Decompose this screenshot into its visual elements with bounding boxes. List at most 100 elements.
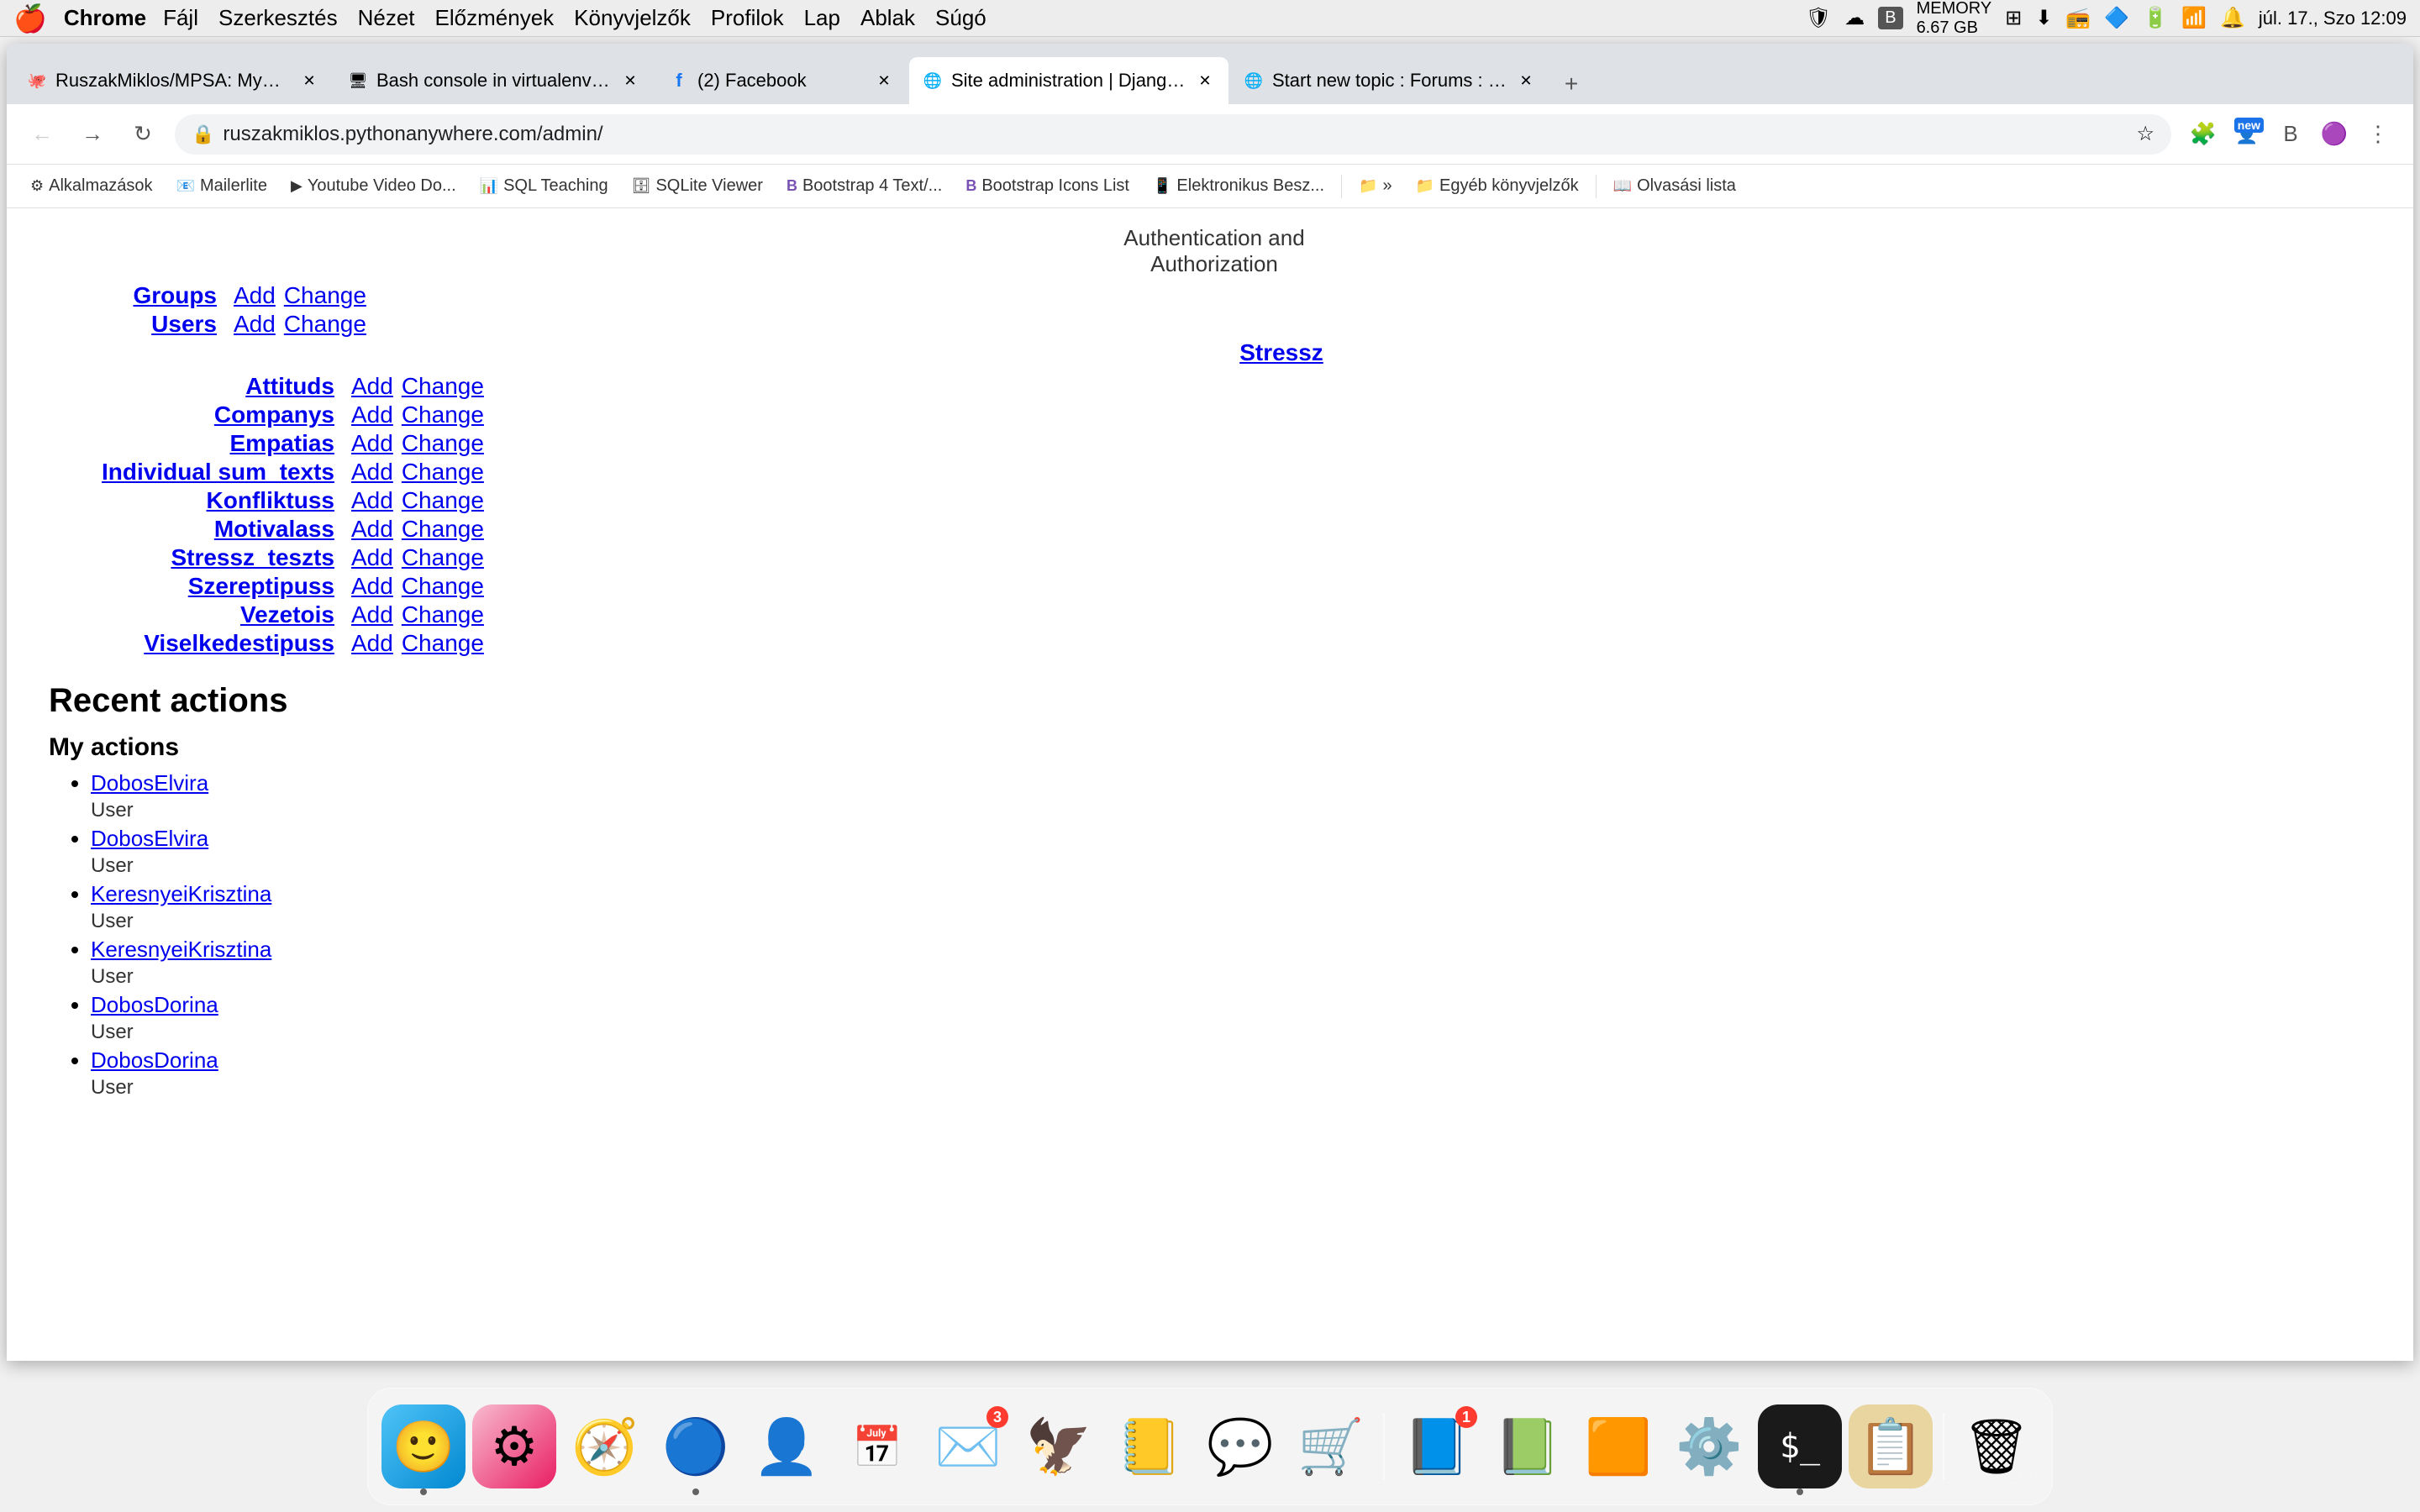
model-add-0[interactable]: Add: [351, 373, 393, 400]
apple-menu[interactable]: 🍎: [13, 3, 47, 34]
menu-edit[interactable]: Szerkesztés: [218, 5, 338, 31]
menu-help[interactable]: Súgó: [935, 5, 986, 31]
model-add-7[interactable]: Add: [351, 573, 393, 600]
menu-file[interactable]: Fájl: [163, 5, 198, 31]
model-add-1[interactable]: Add: [351, 402, 393, 428]
users-change-link[interactable]: Change: [284, 311, 366, 338]
tab-facebook[interactable]: f (2) Facebook ✕: [655, 57, 908, 104]
model-link-4[interactable]: Konfliktuss: [207, 487, 334, 513]
menu-history[interactable]: Előzmények: [435, 5, 555, 31]
tab-github[interactable]: 🐙 RuszakMiklos/MPSA: MyPro S... ✕: [13, 57, 333, 104]
model-link-5[interactable]: Motivalass: [214, 516, 334, 542]
bookmark-sqlite[interactable]: 🗄 SQLite Viewer: [622, 171, 773, 201]
model-change-8[interactable]: Change: [402, 601, 484, 628]
groups-change-link[interactable]: Change: [284, 282, 366, 309]
model-change-7[interactable]: Change: [402, 573, 484, 600]
model-link-9[interactable]: Viselkedestipuss: [144, 630, 334, 656]
model-add-6[interactable]: Add: [351, 544, 393, 571]
tab-django-admin[interactable]: 🌐 Site administration | Django si... ✕: [909, 57, 1228, 104]
model-add-3[interactable]: Add: [351, 459, 393, 486]
menu-tab[interactable]: Lap: [804, 5, 840, 31]
action-user-link-0[interactable]: DobosElvira: [91, 770, 2380, 796]
model-change-9[interactable]: Change: [402, 630, 484, 657]
model-link-3[interactable]: Individual sum_texts: [102, 459, 334, 485]
users-link[interactable]: Users: [151, 311, 217, 337]
groups-add-link[interactable]: Add: [234, 282, 276, 309]
model-add-2[interactable]: Add: [351, 430, 393, 457]
dock-chrome[interactable]: 🔵: [654, 1404, 738, 1488]
dock-migrate[interactable]: 🦅: [1017, 1404, 1101, 1488]
dock-terminal[interactable]: $_: [1758, 1404, 1842, 1488]
dock-word[interactable]: 📘 1: [1395, 1404, 1479, 1488]
model-change-4[interactable]: Change: [402, 487, 484, 514]
model-add-8[interactable]: Add: [351, 601, 393, 628]
dock-trash[interactable]: 🗑: [1954, 1404, 2039, 1488]
action-user-link-1[interactable]: DobosElvira: [91, 826, 2380, 852]
bookmark-youtube[interactable]: ▶ Youtube Video Do...: [281, 171, 466, 201]
model-link-8[interactable]: Vezetois: [240, 601, 334, 627]
model-change-0[interactable]: Change: [402, 373, 484, 400]
model-change-6[interactable]: Change: [402, 544, 484, 571]
dock-contacts[interactable]: 👤: [744, 1404, 829, 1488]
menu-view[interactable]: Nézet: [358, 5, 415, 31]
url-bar[interactable]: 🔒 ruszakmiklos.pythonanywhere.com/admin/…: [175, 114, 2171, 155]
dock-notes[interactable]: 📒: [1107, 1404, 1192, 1488]
menu-profiles[interactable]: Profilok: [711, 5, 784, 31]
dock-appstore[interactable]: 🛒: [1289, 1404, 1373, 1488]
model-link-0[interactable]: Attituds: [245, 373, 334, 399]
new-tab-button[interactable]: +: [1551, 64, 1591, 104]
dock-mail[interactable]: ✉️ 3: [926, 1404, 1010, 1488]
model-add-9[interactable]: Add: [351, 630, 393, 657]
model-add-5[interactable]: Add: [351, 516, 393, 543]
bookmark-more[interactable]: 📁 »: [1349, 171, 1402, 201]
extension-b-icon[interactable]: B: [2272, 116, 2309, 153]
dock-clipboard[interactable]: 📋: [1849, 1404, 1933, 1488]
dock-launchpad[interactable]: ⚙: [472, 1404, 556, 1488]
reload-button[interactable]: ↻: [124, 116, 161, 153]
action-user-link-4[interactable]: DobosDorina: [91, 992, 2380, 1018]
tab-django-close[interactable]: ✕: [1195, 71, 1215, 91]
groups-link[interactable]: Groups: [133, 282, 217, 308]
model-link-7[interactable]: Szereptipuss: [188, 573, 334, 599]
bookmark-other[interactable]: 📁 Egyéb könyvjelzők: [1406, 171, 1589, 201]
bookmark-elektronikus[interactable]: 📱 Elektronikus Besz...: [1143, 171, 1334, 201]
star-icon[interactable]: ☆: [2136, 122, 2154, 146]
dock-settings[interactable]: ⚙️: [1667, 1404, 1751, 1488]
bookmark-bootstrap-icons[interactable]: B Bootstrap Icons List: [955, 171, 1139, 201]
forward-button[interactable]: →: [74, 116, 111, 153]
tab-forum-close[interactable]: ✕: [1516, 71, 1536, 91]
users-add-link[interactable]: Add: [234, 311, 276, 338]
tab-facebook-close[interactable]: ✕: [874, 71, 894, 91]
dock-safari[interactable]: 🧭: [563, 1404, 647, 1488]
dock-calendar[interactable]: 📅: [835, 1404, 919, 1488]
tab-forum[interactable]: 🌐 Start new topic : Forums : Pyt... ✕: [1230, 57, 1549, 104]
menu-bookmarks[interactable]: Könyvjelzők: [574, 5, 691, 31]
dock-slack[interactable]: 🟧: [1576, 1404, 1660, 1488]
menu-dots-icon[interactable]: ⋮: [2360, 116, 2396, 153]
tab-github-close[interactable]: ✕: [299, 71, 319, 91]
dock-finder[interactable]: 🙂: [381, 1404, 466, 1488]
model-change-3[interactable]: Change: [402, 459, 484, 486]
stressz-link[interactable]: Stressz: [1239, 339, 1323, 365]
model-link-2[interactable]: Empatias: [230, 430, 335, 456]
action-user-link-5[interactable]: DobosDorina: [91, 1047, 2380, 1074]
app-name[interactable]: Chrome: [64, 5, 146, 31]
tab-bash-close[interactable]: ✕: [620, 71, 640, 91]
model-link-1[interactable]: Companys: [214, 402, 334, 428]
menu-window[interactable]: Ablak: [860, 5, 915, 31]
bookmark-reading[interactable]: 📖 Olvasási lista: [1603, 171, 1746, 201]
action-user-link-3[interactable]: KeresnyeiKrisztina: [91, 937, 2380, 963]
back-button[interactable]: ←: [24, 116, 60, 153]
model-change-1[interactable]: Change: [402, 402, 484, 428]
tab-bash[interactable]: 🖥 Bash console in virtualenv my... ✕: [334, 57, 654, 104]
bookmark-mailerlite[interactable]: 📧 Mailerlite: [166, 171, 277, 201]
avatar-icon[interactable]: 🟣: [2316, 116, 2353, 153]
bookmark-bootstrap-text[interactable]: B Bootstrap 4 Text/...: [776, 171, 952, 201]
model-add-4[interactable]: Add: [351, 487, 393, 514]
profile-icon[interactable]: 👤 new: [2228, 116, 2265, 153]
dock-messages[interactable]: 💬: [1198, 1404, 1282, 1488]
model-link-6[interactable]: Stressz_teszts: [171, 544, 334, 570]
extensions-icon[interactable]: 🧩: [2185, 116, 2222, 153]
bookmark-apps[interactable]: ⚙ Alkalmazások: [20, 171, 163, 201]
dock-excel[interactable]: 📗: [1486, 1404, 1570, 1488]
